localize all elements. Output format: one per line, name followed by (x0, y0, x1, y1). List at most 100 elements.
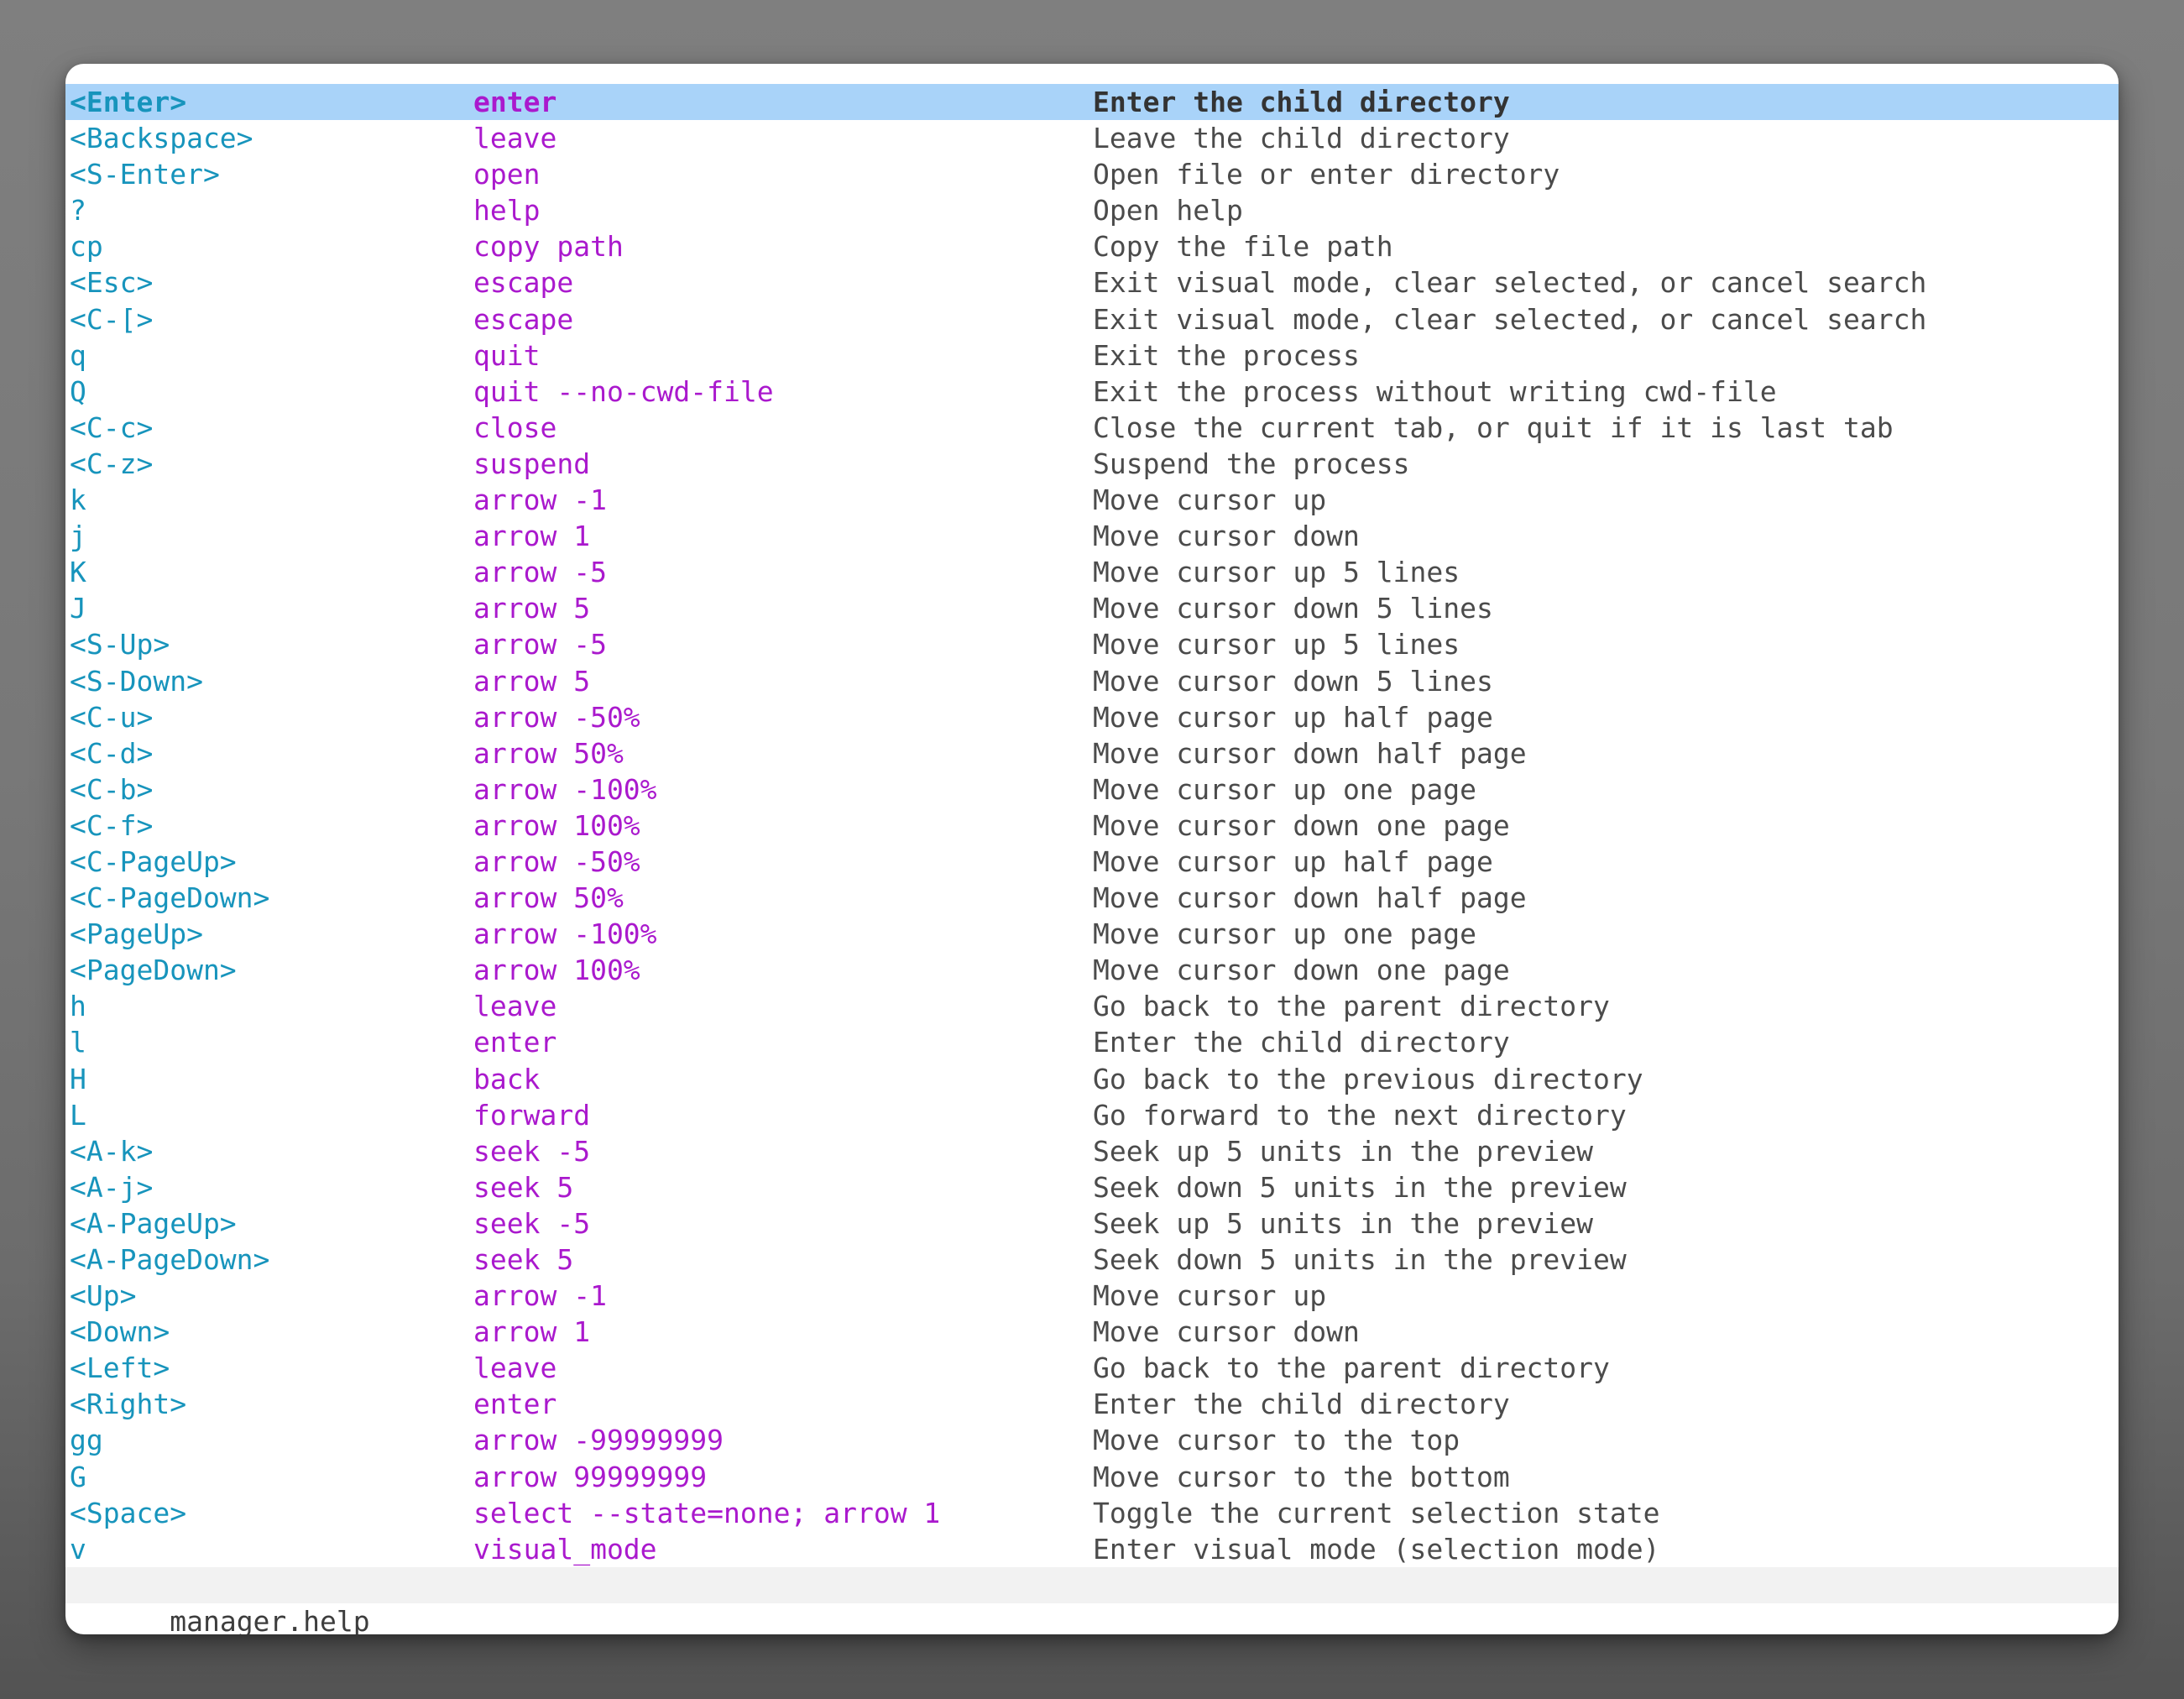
keybind-list: <Enter> enter Enter the child directory <Ba… (65, 64, 2119, 1567)
keybind-row[interactable]: <Enter>enterEnter the child directory (65, 84, 2119, 120)
keybind-row[interactable]: <A-j>seek 5Seek down 5 units in the prev… (65, 1169, 2119, 1205)
keybind-row[interactable]: LforwardGo forward to the next directory (65, 1097, 2119, 1133)
status-bar: manager.help (65, 1567, 2119, 1603)
keybind-key: <C-[> (70, 301, 153, 337)
keybind-row[interactable]: <PageDown>arrow 100%Move cursor down one… (65, 952, 2119, 988)
keybind-row[interactable]: <A-k>seek -5Seek up 5 units in the previ… (65, 1133, 2119, 1169)
keybind-key: <C-f> (70, 808, 153, 844)
keybind-description: Go back to the parent directory (1093, 1350, 1610, 1386)
keybind-row[interactable]: <C-c>closeClose the current tab, or quit… (65, 410, 2119, 446)
keybind-description: Toggle the current selection state (1093, 1495, 1660, 1531)
keybind-key: <Space> (70, 1495, 186, 1531)
keybind-description: Go forward to the next directory (1093, 1097, 1627, 1133)
keybind-key: <Up> (70, 1278, 136, 1314)
keybind-row[interactable]: <PageUp>arrow -100%Move cursor up one pa… (65, 916, 2119, 952)
keybind-command: leave (473, 120, 556, 156)
keybind-command: leave (473, 988, 556, 1024)
keybind-command: arrow -50% (473, 699, 640, 735)
keybind-description: Move cursor down (1093, 1314, 1360, 1350)
keybind-description: Exit the process without writing cwd-fil… (1093, 374, 1777, 410)
keybind-row[interactable]: <Up> arrow -1 Move cursor up (65, 1278, 2119, 1314)
keybind-row[interactable]: <S-Enter>openOpen file or enter director… (65, 156, 2119, 192)
keybind-description: Enter visual mode (selection mode) (1093, 1531, 1660, 1567)
keybind-key: <S-Enter> (70, 156, 220, 192)
keybind-key: <S-Up> (70, 626, 170, 662)
keybind-row[interactable]: Jarrow 5Move cursor down 5 lines (65, 590, 2119, 626)
keybind-row[interactable]: <Down>arrow 1Move cursor down (65, 1314, 2119, 1350)
keybind-key: J (70, 590, 86, 626)
keybind-row[interactable]: qquitExit the process (65, 337, 2119, 374)
keybind-description: Move cursor up 5 lines (1093, 626, 1460, 662)
keybind-row[interactable]: <Space>select --state=none; arrow 1Toggl… (65, 1495, 2119, 1531)
keybind-command: seek -5 (473, 1133, 590, 1169)
keybind-row[interactable]: Qquit --no-cwd-file Exit the process with… (65, 374, 2119, 410)
keybind-command: enter (473, 1024, 556, 1060)
keybind-row[interactable]: jarrow 1Move cursor down (65, 518, 2119, 554)
keybind-row[interactable]: <Right>enterEnter the child directory (65, 1386, 2119, 1422)
keybind-command: escape (473, 264, 573, 301)
keybind-row[interactable]: <C-[>escapeExit visual mode, clear selec… (65, 301, 2119, 337)
keybind-command: quit (473, 337, 540, 374)
keybind-command: arrow -100% (473, 916, 657, 952)
keybind-description: Move cursor down half page (1093, 735, 1527, 771)
keybind-description: Move cursor to the top (1093, 1422, 1460, 1458)
keybind-command: copy path (473, 228, 624, 264)
keybind-description: Exit visual mode, clear selected, or can… (1093, 264, 1926, 301)
keybind-row[interactable]: Garrow 99999999Move cursor to the bottom (65, 1459, 2119, 1495)
keybind-description: Enter the child directory (1093, 1386, 1510, 1422)
keybind-key: <PageUp> (70, 916, 203, 952)
keybind-row[interactable]: hleaveGo back to the parent directory (65, 988, 2119, 1024)
keybind-row[interactable]: ggarrow -99999999Move cursor to the top (65, 1422, 2119, 1458)
keybind-key: gg (70, 1422, 103, 1458)
keybind-row[interactable]: vvisual_modeEnter visual mode (selection… (65, 1531, 2119, 1567)
keybind-command: arrow -5 (473, 626, 607, 662)
keybind-row[interactable]: HbackGo back to the previous directory (65, 1061, 2119, 1097)
keybind-row[interactable]: <S-Up> arrow -5 Move cursor up 5 lines (65, 626, 2119, 662)
keybind-row[interactable]: Karrow -5Move cursor up 5 lines (65, 554, 2119, 590)
keybind-row[interactable]: <Esc>escapeExit visual mode, clear selec… (65, 264, 2119, 301)
keybind-key: cp (70, 228, 103, 264)
keybind-key: Q (70, 374, 86, 410)
keybind-command: seek -5 (473, 1205, 590, 1242)
keybind-command: arrow 50% (473, 880, 624, 916)
keybind-command: enter (473, 84, 556, 120)
keybind-key: <C-u> (70, 699, 153, 735)
keybind-description: Seek down 5 units in the preview (1093, 1169, 1627, 1205)
keybind-row[interactable]: <C-z>suspendSuspend the process (65, 446, 2119, 482)
keybind-key: <Down> (70, 1314, 170, 1350)
keybind-description: Move cursor down one page (1093, 808, 1510, 844)
keybind-row[interactable]: <A-PageUp>seek -5Seek up 5 units in the … (65, 1205, 2119, 1242)
keybind-command: quit --no-cwd-file (473, 374, 774, 410)
keybind-command: arrow 5 (473, 663, 590, 699)
keybind-row[interactable]: <S-Down>arrow 5Move cursor down 5 lines (65, 663, 2119, 699)
keybind-row[interactable]: lenterEnter the child directory (65, 1024, 2119, 1060)
keybind-description: Enter the child directory (1093, 1024, 1510, 1060)
keybind-key: H (70, 1061, 86, 1097)
keybind-command: close (473, 410, 556, 446)
keybind-command: open (473, 156, 540, 192)
keybind-row[interactable]: <Backspace>leaveLeave the child director… (65, 120, 2119, 156)
keybind-row[interactable]: ?helpOpen help (65, 192, 2119, 228)
keybind-row[interactable]: <C-PageDown>arrow 50%Move cursor down ha… (65, 880, 2119, 916)
keybind-row[interactable]: <A-PageDown>seek 5Seek down 5 units in t… (65, 1242, 2119, 1278)
keybind-key: q (70, 337, 86, 374)
keybind-description: Move cursor up one page (1093, 771, 1476, 808)
keybind-row[interactable]: <C-u>arrow -50%Move cursor up half page (65, 699, 2119, 735)
keybind-key: <Enter> (70, 84, 186, 120)
keybind-row[interactable]: <C-b>arrow -100%Move cursor up one page (65, 771, 2119, 808)
keybind-command: escape (473, 301, 573, 337)
keybind-row[interactable]: karrow -1Move cursor up (65, 482, 2119, 518)
keybind-key: <C-z> (70, 446, 153, 482)
keybind-row[interactable]: <Left>leaveGo back to the parent directo… (65, 1350, 2119, 1386)
keybind-command: enter (473, 1386, 556, 1422)
keybind-row[interactable]: <C-PageUp>arrow -50%Move cursor up half … (65, 844, 2119, 880)
keybind-command: arrow -1 (473, 1278, 607, 1314)
keybind-description: Go back to the parent directory (1093, 988, 1610, 1024)
keybind-row[interactable]: <C-d>arrow 50%Move cursor down half page (65, 735, 2119, 771)
keybind-description: Seek up 5 units in the preview (1093, 1133, 1593, 1169)
keybind-row[interactable]: <C-f>arrow 100%Move cursor down one page (65, 808, 2119, 844)
keybind-key: <A-PageDown> (70, 1242, 269, 1278)
keybind-row[interactable]: cpcopy pathCopy the file path (65, 228, 2119, 264)
keybind-description: Move cursor up (1093, 1278, 1326, 1314)
keybind-key: k (70, 482, 86, 518)
